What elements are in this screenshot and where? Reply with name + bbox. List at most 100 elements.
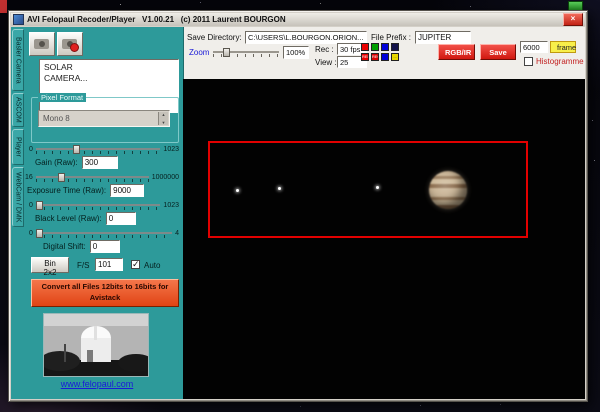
pixel-format-value: Mono 8 (43, 114, 70, 123)
exposure-min-label: 16 (25, 174, 33, 181)
camera-list-item[interactable]: CAMERA... (44, 73, 174, 84)
tab-player[interactable]: Player (12, 129, 24, 165)
slider-thumb[interactable] (223, 48, 230, 57)
digital-shift-label: Digital Shift: (43, 242, 86, 251)
exposure-max-label: 1000000 (152, 174, 179, 181)
frame-count-field[interactable] (520, 41, 548, 53)
digital-shift-slider[interactable] (36, 229, 172, 238)
pixel-format-label: Pixel Format (38, 93, 86, 102)
close-icon[interactable]: × (563, 13, 583, 26)
auto-label: Auto (144, 261, 160, 270)
observatory-image (44, 314, 148, 376)
black-level-slider[interactable] (36, 201, 161, 210)
exposure-field[interactable] (110, 184, 144, 197)
color-indicator[interactable]: ... (391, 53, 399, 61)
digital-shift-value-row: Digital Shift: (43, 240, 120, 253)
app-window: AVI Felopaul Recoder/Player V1.00.21 (c)… (8, 10, 588, 402)
color-indicator[interactable] (381, 43, 389, 51)
record-button[interactable] (57, 32, 83, 56)
slider-thumb[interactable] (36, 201, 43, 210)
histogram-label: Histogramme (536, 57, 584, 66)
slider-thumb[interactable] (58, 173, 65, 182)
jupiter-moon (376, 186, 379, 189)
bin-2x2-button[interactable]: Bin 2x2 (31, 257, 69, 273)
color-indicator-label: RED (362, 54, 368, 60)
exposure-slider[interactable] (36, 173, 149, 182)
camera-list-item[interactable]: SOLAR (44, 62, 174, 73)
zoom-value-field[interactable] (283, 46, 309, 59)
rec-label: Rec : (315, 45, 334, 54)
exposure-slider-row: 16 1000000 (25, 171, 179, 183)
color-indicator[interactable]: REC (371, 53, 379, 61)
observatory-photo (43, 313, 149, 377)
color-indicator[interactable] (391, 43, 399, 51)
color-indicator[interactable] (361, 43, 369, 51)
black-level-max-label: 1023 (163, 202, 179, 209)
rgb-ir-button[interactable]: RGB/IR (438, 44, 475, 60)
auto-checkbox[interactable] (131, 260, 140, 269)
fs-field[interactable] (95, 258, 123, 271)
gain-slider[interactable] (36, 145, 161, 154)
slider-thumb[interactable] (73, 145, 80, 154)
color-indicator-label (382, 44, 388, 50)
jupiter-moon (278, 187, 281, 190)
camera-panel: Basler Camera ASCOM Player WebCam / DMK … (11, 27, 184, 399)
jupiter-planet (429, 171, 467, 209)
capture-preview (183, 79, 585, 399)
digital-shift-field[interactable] (90, 240, 120, 253)
window-title: AVI Felopaul Recoder/Player V1.00.21 (c)… (27, 14, 560, 25)
color-indicator-label (382, 54, 388, 60)
color-indicators: RED REC ... (361, 43, 399, 61)
app-icon (13, 14, 24, 25)
gain-label: Gain (Raw): (35, 158, 78, 167)
color-indicator-label: ... (392, 54, 398, 60)
view-label: View : (315, 58, 337, 67)
arrow-up-icon: ▲ (159, 112, 168, 117)
color-indicator-label (392, 44, 398, 50)
black-level-value-row: Black Level (Raw): (35, 212, 136, 225)
tab-basler-camera[interactable]: Basler Camera (12, 29, 24, 91)
snapshot-button[interactable] (29, 32, 55, 56)
arrow-down-icon: ▼ (159, 120, 168, 125)
gain-field[interactable] (82, 156, 118, 169)
pixel-format-group: Pixel Format Mono 8 ▲▼ (31, 97, 179, 143)
save-button[interactable]: Save (480, 44, 516, 60)
tab-ascom[interactable]: ASCOM (12, 93, 24, 127)
frame-button[interactable]: frame (550, 41, 576, 53)
slider-thumb[interactable] (36, 229, 43, 238)
gain-max-label: 1023 (163, 146, 179, 153)
file-prefix-label: File Prefix : (371, 33, 411, 42)
color-indicator[interactable] (381, 53, 389, 61)
gain-slider-row: 0 1023 (29, 143, 179, 155)
exposure-value-row: Exposure Time (Raw): (27, 184, 144, 197)
digital-shift-min-label: 0 (29, 230, 33, 237)
convert-12-16-button[interactable]: Convert all Files 12bits to 16bits for A… (31, 279, 179, 307)
digital-shift-slider-row: 0 4 (29, 227, 179, 239)
record-icon (70, 43, 79, 52)
black-level-field[interactable] (106, 212, 136, 225)
client-area: Basler Camera ASCOM Player WebCam / DMK … (11, 27, 585, 399)
zoom-slider[interactable] (213, 48, 279, 57)
file-prefix-field[interactable] (415, 31, 471, 44)
black-level-label: Black Level (Raw): (35, 214, 102, 223)
save-directory-label: Save Directory: (187, 33, 242, 42)
exposure-label: Exposure Time (Raw): (27, 186, 106, 195)
website-link[interactable]: www.felopaul.com (11, 379, 183, 389)
color-indicator[interactable]: RED (361, 53, 369, 61)
gain-min-label: 0 (29, 146, 33, 153)
black-level-slider-row: 0 1023 (29, 199, 179, 211)
desktop: AVI Felopaul Recoder/Player V1.00.21 (c)… (0, 0, 600, 412)
histogram-checkbox[interactable] (524, 57, 533, 66)
tab-webcam-dmk[interactable]: WebCam / DMK (12, 167, 24, 227)
color-indicator-label (362, 44, 368, 50)
title-bar[interactable]: AVI Felopaul Recoder/Player V1.00.21 (c)… (11, 13, 585, 26)
scrollbar[interactable]: ▲▼ (158, 112, 168, 125)
roi-rectangle[interactable] (208, 141, 528, 238)
black-level-min-label: 0 (29, 202, 33, 209)
fs-label: F/S (77, 261, 89, 270)
color-indicator-label (372, 44, 378, 50)
color-indicator-label: REC (372, 54, 378, 60)
color-indicator[interactable] (371, 43, 379, 51)
pixel-format-select[interactable]: Mono 8 ▲▼ (38, 110, 170, 127)
desktop-icon-red[interactable] (0, 0, 7, 13)
